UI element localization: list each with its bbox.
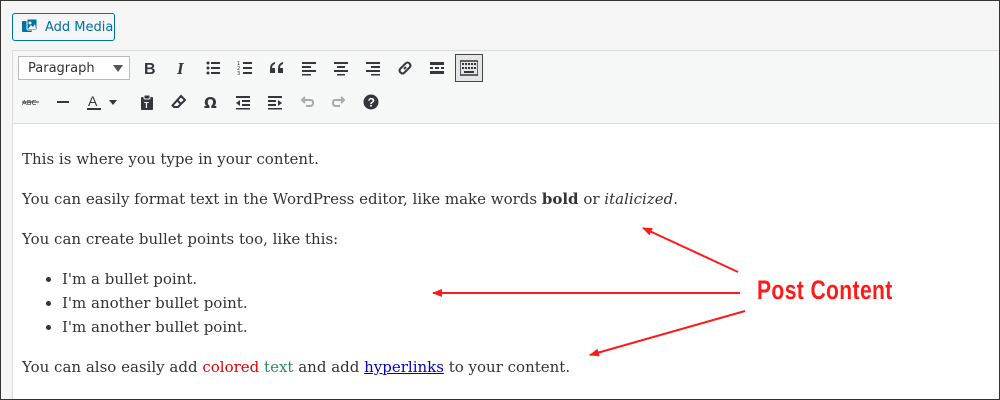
clear-formatting-icon [171,94,187,108]
horizontal-line-button[interactable] [49,88,77,116]
bold-button[interactable]: B [135,54,163,82]
svg-text:B: B [144,61,156,76]
add-media-label: Add Media [45,19,114,35]
align-right-icon [366,62,380,76]
list-item: I'm another bullet point. [62,315,248,339]
bulleted-list-button[interactable] [199,54,227,82]
redo-button[interactable] [325,88,353,116]
read-more-icon [430,62,444,74]
align-center-button[interactable] [327,54,355,82]
format-select-value: Paragraph [28,60,95,76]
italic-icon: I [176,60,185,76]
blockquote-button[interactable] [263,54,291,82]
bold-text: bold [541,190,579,208]
indent-icon [268,96,282,110]
svg-text:3: 3 [237,71,240,76]
numbered-list-button[interactable]: 123 [231,54,259,82]
undo-button[interactable] [293,88,321,116]
svg-text:T: T [144,101,149,110]
bulleted-list-icon [206,61,220,75]
read-more-button[interactable] [423,54,451,82]
paragraph-4: You can also easily add colored text and… [22,358,571,376]
svg-text:A: A [88,94,98,109]
text-color-button[interactable]: A [81,88,123,116]
align-left-button[interactable] [295,54,323,82]
toolbar-toggle-icon [460,60,478,76]
paragraph-1: This is where you type in your content. [22,150,319,168]
bold-icon: B [144,61,156,76]
hyperlink[interactable]: hyperlinks [364,358,444,376]
numbered-list-icon: 123 [237,61,252,76]
green-text: text [264,358,294,376]
add-media-button[interactable]: Add Media [12,13,115,41]
colored-text: colored [202,358,260,376]
align-right-button[interactable] [359,54,387,82]
outdent-icon [236,96,250,110]
format-select[interactable]: Paragraph [18,56,130,80]
editor-toolbar: Paragraph B I 123 ABC A T Ω ? [13,51,999,124]
bullet-list: I'm a bullet point. I'm another bullet p… [22,267,248,339]
paragraph-3: You can create bullet points too, like t… [22,230,339,248]
align-left-icon [302,62,316,76]
align-center-icon [334,62,348,76]
annotation-label: Post Content [757,275,893,305]
strikethrough-button[interactable]: ABC [17,88,45,116]
text-color-icon: A [87,94,117,110]
editor-frame: Add Media Paragraph B I 123 ABC A T Ω ? … [0,0,1000,400]
redo-icon [331,96,346,107]
link-icon [398,61,412,75]
media-icon [21,18,39,36]
blockquote-icon [270,62,283,73]
italic-button[interactable]: I [167,54,195,82]
horizontal-line-icon [57,101,69,103]
svg-text:ABC: ABC [22,99,36,107]
toolbar-toggle-button[interactable] [455,54,483,82]
paragraph-2: You can easily format text in the WordPr… [22,190,679,208]
undo-icon [300,96,315,107]
strikethrough-icon: ABC [22,99,39,107]
list-item: I'm a bullet point. [62,267,248,291]
help-icon: ? [363,94,379,110]
italic-text: italicized [604,190,674,208]
chevron-down-icon [113,65,123,72]
paste-as-text-icon: T [141,94,153,110]
outdent-button[interactable] [229,88,257,116]
clear-formatting-button[interactable] [165,88,193,116]
post-editor: Paragraph B I 123 ABC A T Ω ? This is wh… [12,50,999,399]
indent-button[interactable] [261,88,289,116]
insert-link-button[interactable] [391,54,419,82]
svg-text:?: ? [368,96,375,110]
special-character-icon: Ω [204,94,217,110]
svg-text:Ω: Ω [204,94,217,110]
svg-text:I: I [176,60,185,76]
list-item: I'm another bullet point. [62,291,248,315]
special-character-button[interactable]: Ω [197,88,225,116]
paste-as-text-button[interactable]: T [133,88,161,116]
help-button[interactable]: ? [357,88,385,116]
